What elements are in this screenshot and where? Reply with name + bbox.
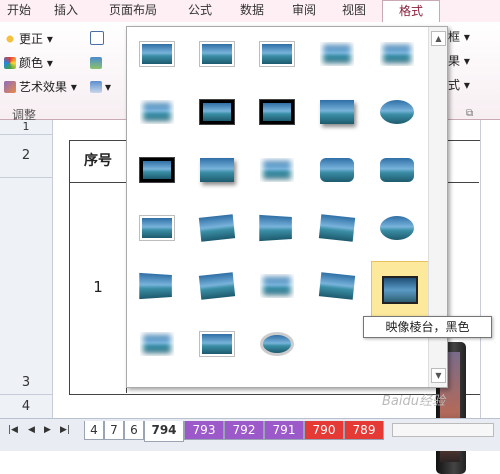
last-sheet-icon[interactable]: ▶|: [60, 425, 70, 435]
picture-style-option[interactable]: [137, 155, 177, 185]
tab-insert[interactable]: 插入: [46, 0, 86, 22]
picture-style-option[interactable]: [137, 213, 177, 243]
picture-style-option[interactable]: [137, 97, 177, 127]
scroll-up-icon[interactable]: ▲: [431, 31, 446, 46]
picture-style-option[interactable]: [197, 39, 237, 69]
tab-data[interactable]: 数据: [232, 0, 272, 22]
picture-style-option[interactable]: [377, 97, 417, 127]
picture-style-option[interactable]: [197, 329, 237, 359]
scroll-down-icon[interactable]: ▼: [431, 368, 446, 383]
reset-picture-icon[interactable]: ▾: [90, 78, 111, 96]
sheet-tab[interactable]: 793: [184, 421, 224, 440]
next-sheet-icon[interactable]: ▶: [44, 425, 51, 435]
style-tooltip: 映像棱台，黑色: [363, 316, 492, 338]
picture-style-option[interactable]: [317, 271, 357, 301]
tab-format[interactable]: 格式: [382, 0, 440, 24]
tab-view[interactable]: 视图: [334, 0, 374, 22]
ribbon-tab-bar: 开始 插入 页面布局 公式 数据 审阅 视图 格式: [0, 0, 500, 24]
row-header-2[interactable]: 2: [0, 135, 53, 178]
tab-page-layout[interactable]: 页面布局: [98, 0, 168, 22]
picture-style-option[interactable]: [257, 213, 297, 243]
picture-effects-button[interactable]: 果 ▾: [448, 52, 470, 70]
sheet-tab[interactable]: 794: [144, 421, 184, 442]
artistic-effects-button[interactable]: 艺术效果 ▾: [4, 78, 77, 96]
header-cell-number[interactable]: 序号: [70, 150, 126, 170]
first-sheet-icon[interactable]: |◀: [8, 425, 18, 435]
sheet-tab[interactable]: 790: [304, 421, 344, 440]
sheet-tab[interactable]: 6: [124, 421, 144, 440]
picture-style-option[interactable]: [257, 271, 297, 301]
picture-style-option[interactable]: [317, 155, 357, 185]
sheet-tab[interactable]: 7: [104, 421, 124, 440]
picture-style-option[interactable]: [137, 329, 177, 359]
picture-style-option[interactable]: [257, 97, 297, 127]
picture-style-option[interactable]: [377, 39, 417, 69]
brush-icon: [4, 81, 16, 93]
picture-style-option[interactable]: [317, 213, 357, 243]
watermark: Baidu经验: [382, 394, 445, 409]
picture-style-option[interactable]: [197, 213, 237, 243]
palette-icon: [4, 57, 16, 69]
sheet-tab[interactable]: 789: [344, 421, 384, 440]
sheet-tab[interactable]: 791: [264, 421, 304, 440]
picture-style-option[interactable]: [317, 39, 357, 69]
picture-border-button[interactable]: 框 ▾: [448, 28, 470, 46]
picture-style-option[interactable]: [371, 261, 429, 317]
tab-formulas[interactable]: 公式: [180, 0, 220, 22]
picture-style-option[interactable]: [317, 97, 357, 127]
picture-style-option[interactable]: [257, 329, 297, 359]
picture-style-option[interactable]: [137, 39, 177, 69]
compress-pictures-icon[interactable]: [90, 30, 107, 48]
picture-style-option[interactable]: [257, 39, 297, 69]
row-header-4[interactable]: 4: [0, 395, 53, 420]
tab-review[interactable]: 审阅: [284, 0, 324, 22]
prev-sheet-icon[interactable]: ◀: [28, 425, 35, 435]
picture-style-option[interactable]: [257, 155, 297, 185]
value-cell[interactable]: 1: [70, 278, 126, 296]
picture-style-option[interactable]: [377, 213, 417, 243]
corrections-button[interactable]: 更正 ▾: [4, 30, 53, 48]
tab-home[interactable]: 开始: [0, 0, 38, 22]
picture-layout-button[interactable]: 式 ▾: [448, 76, 470, 94]
row-header-3[interactable]: 3: [0, 178, 53, 395]
picture-style-option[interactable]: [197, 97, 237, 127]
sun-icon: [4, 33, 16, 45]
sheet-tab[interactable]: 792: [224, 421, 264, 440]
picture-style-option[interactable]: [197, 271, 237, 301]
picture-style-option[interactable]: [197, 155, 237, 185]
picture-style-option[interactable]: [137, 271, 177, 301]
sheet-tab-bar: |◀ ◀ ▶ ▶| 4 7 6 794 793 792 791 790 789: [0, 418, 500, 451]
change-picture-icon[interactable]: [90, 54, 105, 72]
color-button[interactable]: 颜色 ▾: [4, 54, 53, 72]
dialog-launcher-icon[interactable]: ⧉: [466, 108, 473, 119]
horizontal-scrollbar[interactable]: [392, 423, 494, 437]
sheet-tab[interactable]: 4: [84, 421, 104, 440]
row-header-1[interactable]: 1: [0, 120, 53, 135]
picture-style-option[interactable]: [377, 155, 417, 185]
